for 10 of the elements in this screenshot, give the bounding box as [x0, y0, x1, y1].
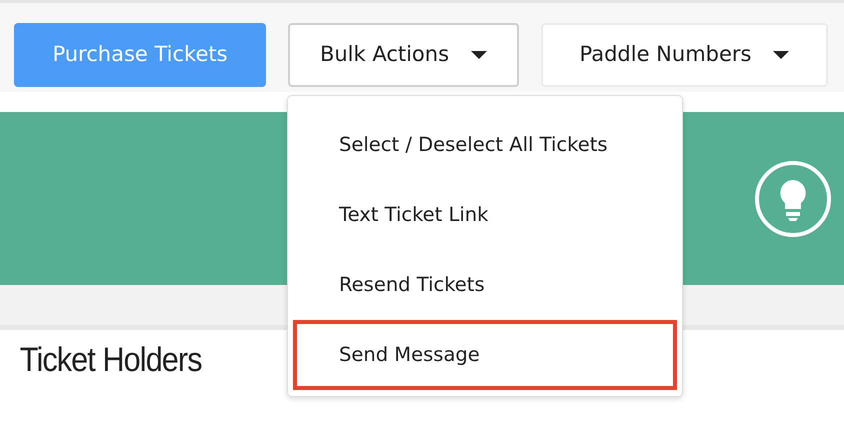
menu-item[interactable]: Text Ticket Link [293, 180, 677, 250]
menu-item[interactable]: Select / Deselect All Tickets [293, 110, 677, 180]
caret-icon [471, 50, 488, 60]
section-title: Ticket Holders [18, 340, 203, 381]
dropdown-button[interactable]: Bulk Actions [288, 23, 519, 87]
caret-icon [773, 50, 790, 60]
lightbulb-icon[interactable] [754, 160, 832, 238]
menu-item[interactable]: Send Message [293, 320, 677, 390]
menu-item[interactable]: Resend Tickets [293, 250, 677, 320]
dropdown-button[interactable]: Paddle Numbers [541, 23, 828, 87]
